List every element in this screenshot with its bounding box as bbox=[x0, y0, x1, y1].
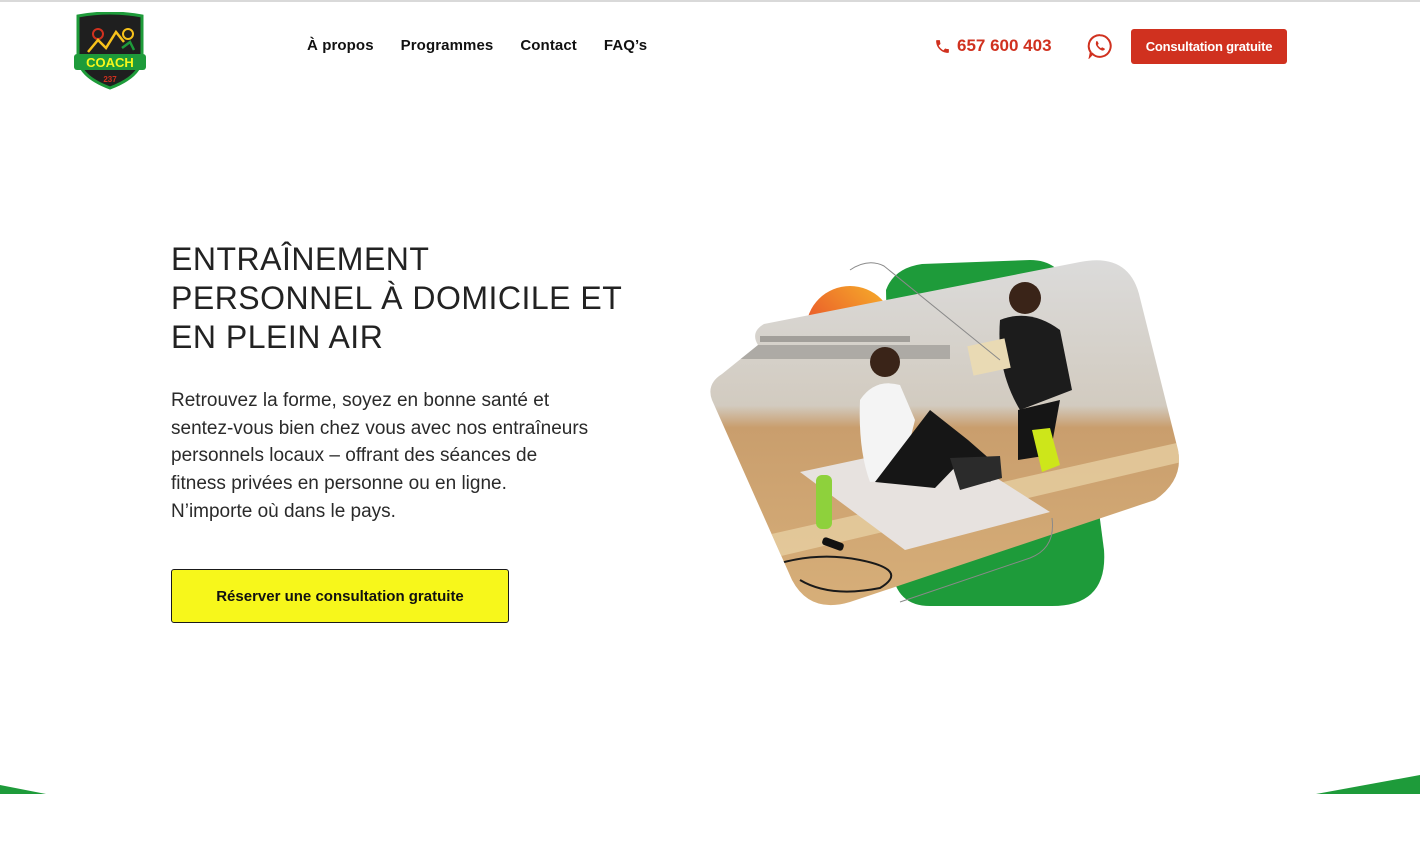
phone-link[interactable]: 657 600 403 bbox=[934, 36, 1052, 56]
hero-title-line: EN PLEIN AIR bbox=[171, 319, 384, 355]
hero-title-line: PERSONNEL À DOMICILE ET bbox=[171, 280, 623, 316]
hero-text-line: personnels locaux – offrant des séances … bbox=[171, 445, 538, 467]
book-consultation-button[interactable]: Réserver une consultation gratuite bbox=[171, 569, 509, 623]
svg-text:237: 237 bbox=[103, 75, 117, 84]
hero-description: Retrouvez la forme, soyez en bonne santé… bbox=[171, 387, 641, 526]
main-nav: À propos Programmes Contact FAQ’s bbox=[307, 37, 647, 54]
hero-title: ENTRAÎNEMENT PERSONNEL À DOMICILE ET EN … bbox=[171, 240, 651, 357]
hero-text-line: fitness privées en personne ou en ligne. bbox=[171, 473, 507, 495]
phone-icon bbox=[936, 39, 949, 53]
consultation-button[interactable]: Consultation gratuite bbox=[1131, 29, 1287, 64]
phone-number: 657 600 403 bbox=[957, 36, 1052, 55]
whatsapp-icon[interactable] bbox=[1087, 33, 1113, 60]
hero-text-line: Retrouvez la forme, soyez en bonne santé… bbox=[171, 390, 550, 411]
nav-item-a-propos[interactable]: À propos bbox=[307, 37, 374, 54]
coach-logo[interactable]: COACH 237 bbox=[72, 11, 148, 90]
nav-item-contact[interactable]: Contact bbox=[520, 37, 577, 54]
nav-item-programmes[interactable]: Programmes bbox=[401, 37, 494, 54]
hero-text-line: N’importe où dans le pays. bbox=[171, 500, 396, 522]
hero-title-line: ENTRAÎNEMENT bbox=[171, 241, 430, 277]
svg-text:COACH: COACH bbox=[86, 55, 134, 70]
nav-item-faq[interactable]: FAQ’s bbox=[604, 37, 647, 54]
hero-text-line: sentez-vous bien chez vous avec nos entr… bbox=[171, 417, 589, 439]
site-header: COACH 237 À propos Programmes Contact FA… bbox=[0, 2, 1420, 90]
hero-image bbox=[710, 260, 1180, 606]
bottom-decoration bbox=[0, 775, 1420, 794]
